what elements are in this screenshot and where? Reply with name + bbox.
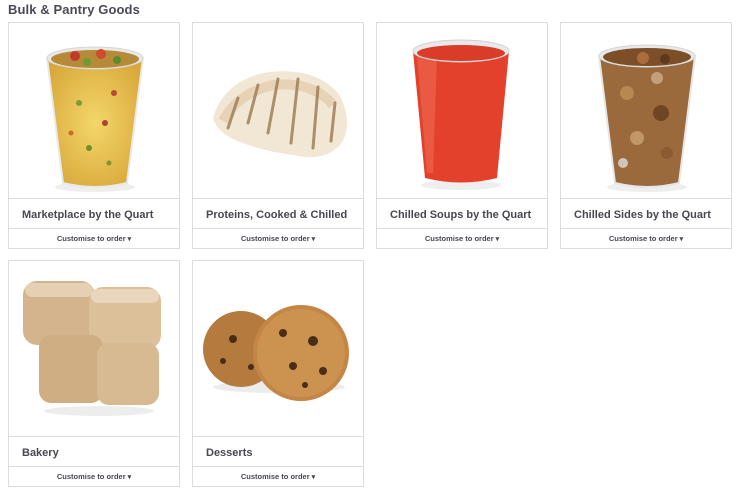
- product-name[interactable]: Marketplace by the Quart: [22, 209, 153, 221]
- product-name[interactable]: Chilled Sides by the Quart: [574, 209, 711, 221]
- product-card-marketplace[interactable]: Marketplace by the Quart Customise to or…: [8, 22, 180, 249]
- section-title: Bulk & Pantry Goods: [8, 2, 140, 17]
- product-name[interactable]: Chilled Soups by the Quart: [390, 209, 531, 221]
- product-card-bakery[interactable]: Bakery Customise to order ▾: [8, 260, 180, 487]
- customise-button[interactable]: Customise to order ▾: [377, 228, 547, 248]
- product-card-proteins[interactable]: Proteins, Cooked & Chilled Customise to …: [192, 22, 364, 249]
- product-card-soups[interactable]: Chilled Soups by the Quart Customise to …: [376, 22, 548, 249]
- customise-label: Customise to order: [240, 472, 310, 481]
- tomato-soup-quart-image: [412, 39, 510, 190]
- arrow-down-icon: ▾: [311, 474, 316, 481]
- arrow-down-icon: ▾: [495, 236, 500, 243]
- product-image[interactable]: [377, 23, 547, 199]
- customise-button[interactable]: Customise to order ▾: [193, 228, 363, 248]
- roasted-sides-quart-image: [597, 44, 697, 192]
- grilled-chicken-image: [213, 71, 347, 158]
- customise-label: Customise to order: [608, 234, 678, 243]
- product-name[interactable]: Desserts: [206, 447, 252, 459]
- product-card-desserts[interactable]: Desserts Customise to order ▾: [192, 260, 364, 487]
- arrow-down-icon: ▾: [311, 236, 316, 243]
- customise-label: Customise to order: [56, 472, 126, 481]
- arrow-down-icon: ▾: [679, 236, 684, 243]
- cookies-image: [203, 305, 349, 401]
- customise-button[interactable]: Customise to order ▾: [9, 466, 179, 486]
- product-card-sides[interactable]: Chilled Sides by the Quart Customise to …: [560, 22, 732, 249]
- product-image[interactable]: [9, 261, 179, 437]
- customise-button[interactable]: Customise to order ▾: [193, 466, 363, 486]
- corn-salad-quart-image: [45, 46, 145, 192]
- customise-button[interactable]: Customise to order ▾: [9, 228, 179, 248]
- product-name[interactable]: Bakery: [22, 447, 59, 459]
- product-image[interactable]: [193, 261, 363, 437]
- arrow-down-icon: ▾: [127, 236, 132, 243]
- customise-button[interactable]: Customise to order ▾: [561, 228, 731, 248]
- customise-label: Customise to order: [240, 234, 310, 243]
- product-image[interactable]: [561, 23, 731, 199]
- product-name[interactable]: Proteins, Cooked & Chilled: [206, 209, 347, 221]
- product-image[interactable]: [193, 23, 363, 199]
- bread-rolls-image: [23, 281, 161, 416]
- customise-label: Customise to order: [56, 234, 126, 243]
- arrow-down-icon: ▾: [127, 474, 132, 481]
- product-image[interactable]: [9, 23, 179, 199]
- customise-label: Customise to order: [424, 234, 494, 243]
